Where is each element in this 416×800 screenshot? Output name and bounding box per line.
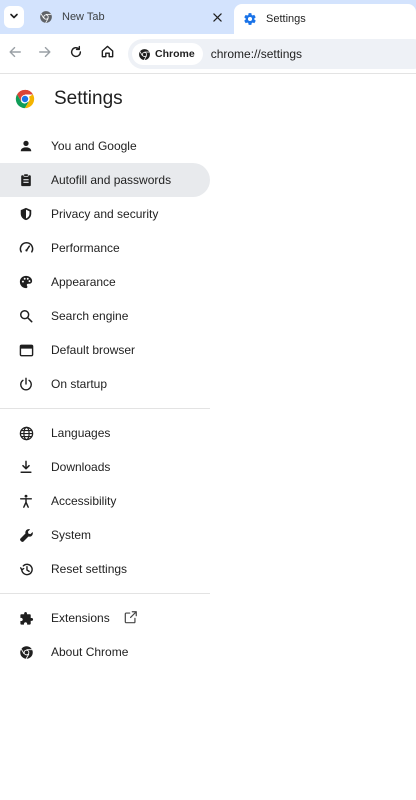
sidebar-item-label: Reset settings <box>51 562 128 576</box>
sidebar-item-performance[interactable]: Performance <box>0 231 210 265</box>
chrome-icon <box>138 48 151 61</box>
sidebar-item-you-and-google[interactable]: You and Google <box>0 129 210 163</box>
person-icon <box>18 138 34 154</box>
divider <box>0 408 210 409</box>
chrome-logo-icon <box>14 88 36 110</box>
sidebar-item-label: About Chrome <box>51 645 129 659</box>
tab-title: Settings <box>266 13 306 25</box>
palette-icon <box>18 274 34 290</box>
sidebar-item-label: System <box>51 528 92 542</box>
sidebar-item-label: Privacy and security <box>51 207 159 221</box>
sidebar-item-label: Languages <box>51 426 111 440</box>
sidebar-item-on-startup[interactable]: On startup <box>0 367 210 401</box>
sidebar-item-label: Accessibility <box>51 494 117 508</box>
sidebar-item-about-chrome[interactable]: About Chrome <box>0 635 210 669</box>
arrow-left-icon <box>8 45 22 64</box>
tab-search-button[interactable] <box>4 6 24 28</box>
sidebar-item-downloads[interactable]: Downloads <box>0 450 210 484</box>
address-bar[interactable]: Chrome chrome://settings <box>128 39 416 69</box>
sidebar-item-label: Appearance <box>51 275 116 289</box>
speedometer-icon <box>18 240 34 256</box>
sidebar-item-label: Search engine <box>51 309 129 323</box>
chevron-down-icon <box>9 8 19 26</box>
clipboard-icon <box>18 172 34 188</box>
history-icon <box>18 561 34 577</box>
url-text[interactable]: chrome://settings <box>211 47 302 61</box>
sidebar-item-label: On startup <box>51 377 108 391</box>
puzzle-icon <box>18 610 34 626</box>
arrow-right-icon <box>38 45 52 64</box>
download-icon <box>18 459 34 475</box>
toolbar: Chrome chrome://settings <box>0 34 416 74</box>
sidebar-item-label: You and Google <box>51 139 137 153</box>
sidebar-item-system[interactable]: System <box>0 518 210 552</box>
settings-sidebar: You and Google Autofill and passwords Pr… <box>0 129 210 669</box>
accessibility-icon <box>18 493 34 509</box>
sidebar-item-languages[interactable]: Languages <box>0 416 210 450</box>
settings-header: Settings <box>14 86 123 112</box>
reload-button[interactable] <box>65 43 87 65</box>
wrench-icon <box>18 527 34 543</box>
sidebar-item-accessibility[interactable]: Accessibility <box>0 484 210 518</box>
chip-label: Chrome <box>155 48 195 60</box>
home-button[interactable] <box>96 43 118 65</box>
chrome-icon <box>38 9 54 25</box>
sidebar-item-label: Default browser <box>51 343 136 357</box>
sidebar-item-default-browser[interactable]: Default browser <box>0 333 210 367</box>
close-icon[interactable] <box>210 10 224 24</box>
chrome-icon <box>18 644 34 660</box>
sidebar-item-label: Downloads <box>51 460 111 474</box>
globe-icon <box>18 425 34 441</box>
power-icon <box>18 376 34 392</box>
tab-strip: New Tab Settings <box>0 0 416 34</box>
divider <box>0 593 210 594</box>
sidebar-item-appearance[interactable]: Appearance <box>0 265 210 299</box>
sidebar-item-autofill-and-passwords[interactable]: Autofill and passwords <box>0 163 210 197</box>
site-info-chip[interactable]: Chrome <box>132 43 203 65</box>
reload-icon <box>69 45 83 64</box>
gear-icon <box>242 11 258 27</box>
tab-settings[interactable]: Settings <box>234 4 416 34</box>
sidebar-item-label: Performance <box>51 241 120 255</box>
sidebar-item-extensions[interactable]: Extensions <box>0 601 210 635</box>
tab-new-tab[interactable]: New Tab <box>28 0 232 34</box>
sidebar-item-reset-settings[interactable]: Reset settings <box>0 552 210 586</box>
tab-title: New Tab <box>62 11 105 23</box>
home-icon <box>100 44 115 64</box>
forward-button[interactable] <box>34 43 56 65</box>
shield-icon <box>18 206 34 222</box>
sidebar-item-label: Autofill and passwords <box>51 173 172 187</box>
sidebar-item-privacy-and-security[interactable]: Privacy and security <box>0 197 210 231</box>
page-title: Settings <box>54 88 123 109</box>
sidebar-item-label: Extensions <box>51 611 110 625</box>
search-icon <box>18 308 34 324</box>
external-link-icon <box>124 610 140 626</box>
sidebar-item-search-engine[interactable]: Search engine <box>0 299 210 333</box>
browser-window-icon <box>18 342 34 358</box>
back-button[interactable] <box>4 43 26 65</box>
